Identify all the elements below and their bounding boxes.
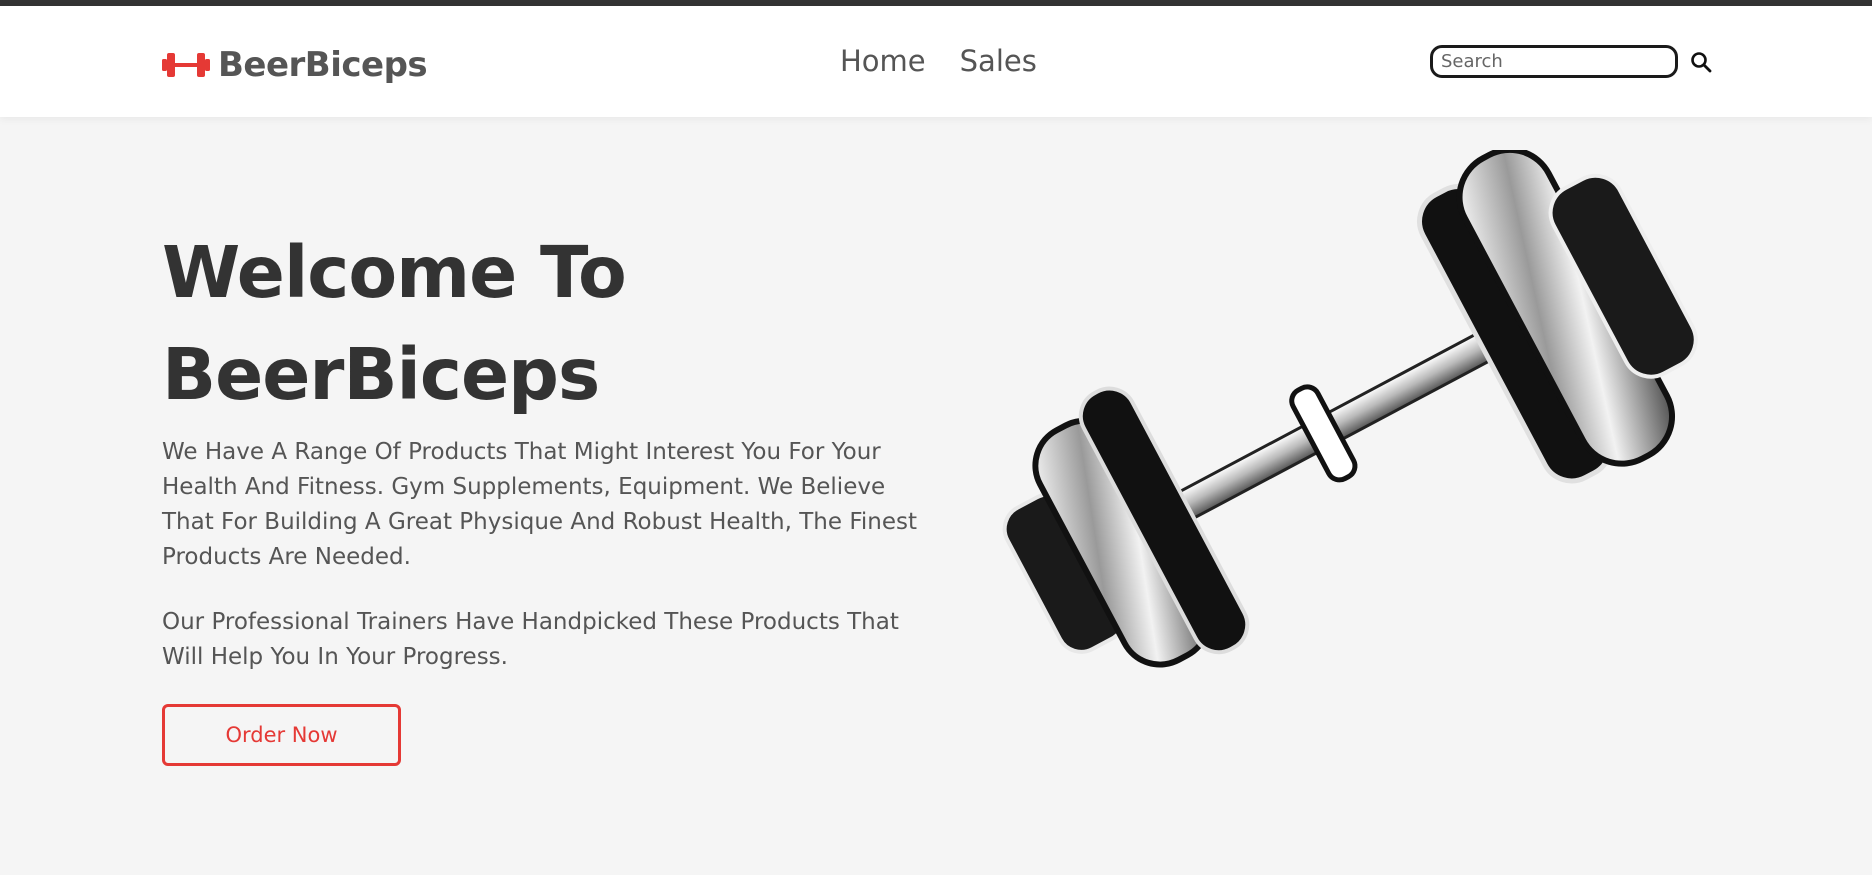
hero-trainers-paragraph: Our Professional Trainers Have Handpicke…: [162, 609, 899, 670]
hero-title: Welcome To BeerBiceps: [162, 222, 922, 426]
brand-name: BeerBiceps: [218, 45, 428, 85]
main-nav: Home Sales: [840, 44, 1037, 78]
search-icon: [1691, 51, 1712, 72]
dumbbell-icon: [162, 53, 210, 77]
dumbbell-photo: [1002, 150, 1698, 668]
search-input[interactable]: [1430, 45, 1678, 78]
order-now-button[interactable]: Order Now: [162, 704, 401, 766]
brand-logo[interactable]: BeerBiceps: [162, 40, 428, 90]
nav-link-sales[interactable]: Sales: [960, 44, 1037, 78]
search-button[interactable]: [1686, 47, 1716, 77]
search-bar: [1430, 45, 1716, 78]
hero-title-line-1: Welcome To: [162, 231, 627, 314]
nav-link-home[interactable]: Home: [840, 44, 926, 78]
hero-title-line-2: BeerBiceps: [162, 333, 600, 416]
hero-intro-paragraph: We Have A Range Of Products That Might I…: [162, 439, 918, 570]
site-header: BeerBiceps Home Sales: [0, 6, 1872, 117]
